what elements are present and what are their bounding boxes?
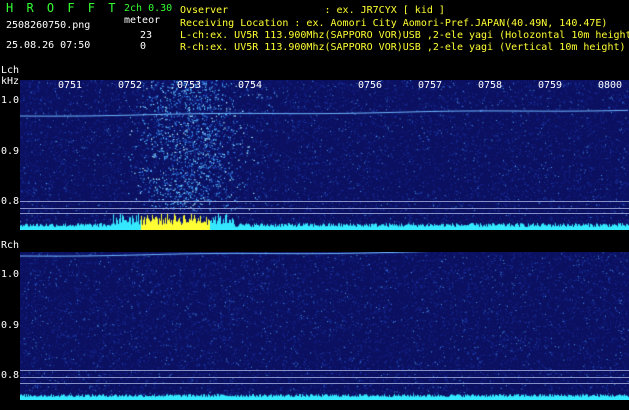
observer-line: Ovserver : ex. JR7CYX [ kid ] <box>180 5 445 16</box>
lch-ylabel-0-9: 0.9 <box>1 146 20 157</box>
rch-reference-line <box>20 377 629 378</box>
time-tick: 0754 <box>238 80 263 91</box>
lch-count: 23 <box>140 30 153 41</box>
time-tick: 0800 <box>598 80 623 91</box>
lch-ylabel-1-0: 1.0 <box>1 95 20 106</box>
time-tick: 0757 <box>418 80 443 91</box>
rch-waterfall <box>20 252 629 400</box>
time-tick: 0759 <box>538 80 563 91</box>
lch-unit-label: kHz <box>1 76 20 87</box>
time-tick: 0756 <box>358 80 383 91</box>
lch-waterfall <box>20 80 629 230</box>
rch-ylabel-1-0: 1.0 <box>1 269 20 280</box>
rch-reference-line <box>20 370 629 371</box>
datetime-label: 25.08.26 07:50 <box>6 40 91 51</box>
lch-reference-line <box>20 201 629 202</box>
mode-label: meteor <box>124 15 161 26</box>
location-line: Receiving Location : ex. Aomori City Aom… <box>180 18 608 29</box>
channel-setting: 2ch 0.30 <box>124 3 173 14</box>
app-title: H R O F F T <box>6 1 119 15</box>
time-tick: 0753 <box>177 80 202 91</box>
lch-info-line: L-ch:ex. UV5R 113.900Mhz(SAPPORO VOR)USB… <box>180 30 629 41</box>
lch-reference-line <box>20 208 629 209</box>
time-tick: 0751 <box>58 80 83 91</box>
rch-count: 0 <box>140 41 147 52</box>
filename-label: 2508260750.png <box>6 20 91 31</box>
rch-ylabel-0-8: 0.8 <box>1 370 20 381</box>
time-tick: 0758 <box>478 80 503 91</box>
rch-info-line: R-ch:ex. UV5R 113.900Mhz(SAPPORO VOR)USB… <box>180 42 626 53</box>
time-tick: 0752 <box>118 80 143 91</box>
lch-label: Lch <box>1 65 20 76</box>
lch-ylabel-0-8: 0.8 <box>1 196 20 207</box>
rch-reference-line <box>20 383 629 384</box>
rch-ylabel-0-9: 0.9 <box>1 320 20 331</box>
lch-reference-line <box>20 213 629 214</box>
rch-label: Rch <box>1 240 20 251</box>
